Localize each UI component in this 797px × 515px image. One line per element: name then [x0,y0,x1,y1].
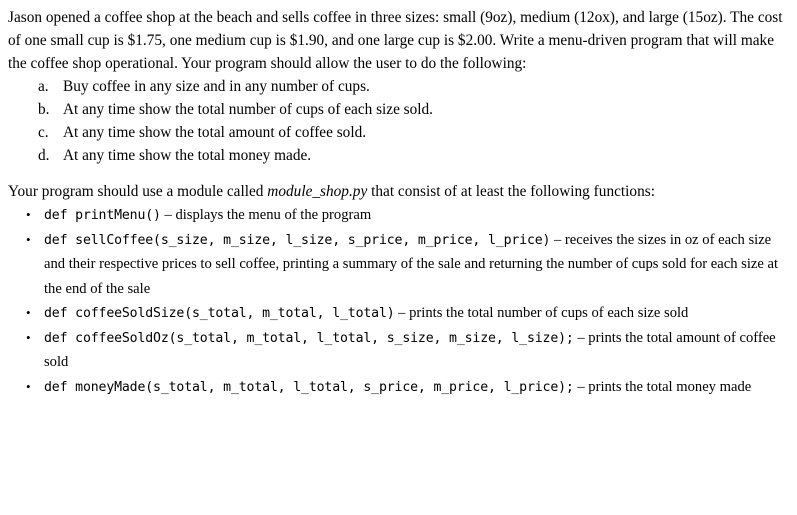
list-item: • def printMenu() – displays the menu of … [8,203,783,228]
function-separator: – [394,305,410,321]
function-description: prints the total money made [588,378,752,395]
list-item-label: At any time show the total number of cup… [63,101,434,118]
function-signature: def coffeeSoldOz(s_total, m_total, l_tot… [44,330,574,346]
function-description: prints the total number of cups of each … [409,305,689,321]
function-separator: – [160,207,176,223]
function-signature: def moneyMade(s_total, m_total, l_total,… [44,379,574,395]
function-separator: – [573,329,589,346]
function-description: displays the menu of the program [175,207,372,223]
bullet-icon: • [26,305,31,320]
bullet-icon: • [26,231,31,247]
assignment-document: Jason opened a coffee shop at the beach … [0,0,797,399]
list-item: c. At any time show the total amount of … [8,121,783,144]
bullet-icon: • [26,207,31,222]
function-separator: – [573,378,589,395]
list-item: b. At any time show the total number of … [8,98,783,121]
function-separator: – [550,231,565,248]
list-item: • def coffeeSoldOz(s_total, m_total, l_to… [8,326,783,375]
module-paragraph: Your program should use a module called … [8,180,783,203]
function-signature: def sellCoffee(s_size, m_size, l_size, s… [44,232,551,248]
list-item: d. At any time show the total money made… [8,144,783,167]
bullet-icon: • [26,329,31,345]
list-item: • def coffeeSoldSize(s_total, m_total, l_… [8,301,783,326]
module-paragraph-before: Your program should use a module called [8,183,268,200]
list-item-marker: d. [38,147,50,164]
bullet-icon: • [26,378,31,394]
module-filename: module_shop.py [267,183,368,200]
list-item: • def moneyMade(s_total, m_total, l_total… [8,375,783,400]
list-item-marker: a. [38,78,49,95]
requirements-list: a. Buy coffee in any size and in any num… [8,75,783,167]
list-item-label: At any time show the total money made. [63,147,312,164]
list-item-label: Buy coffee in any size and in any number… [63,78,370,95]
list-item-marker: c. [38,124,49,141]
functions-list: • def printMenu() – displays the menu of … [8,203,783,399]
list-item: • def sellCoffee(s_size, m_size, l_size, … [8,228,783,302]
list-item-marker: b. [38,101,50,118]
intro-paragraph: Jason opened a coffee shop at the beach … [8,9,783,72]
list-item-label: At any time show the total amount of cof… [63,124,367,141]
function-signature: def coffeeSoldSize(s_total, m_total, l_t… [44,306,395,321]
function-signature: def printMenu() [44,208,161,223]
list-item: a. Buy coffee in any size and in any num… [8,75,783,98]
module-paragraph-after: that consist of at least the following f… [367,183,655,200]
